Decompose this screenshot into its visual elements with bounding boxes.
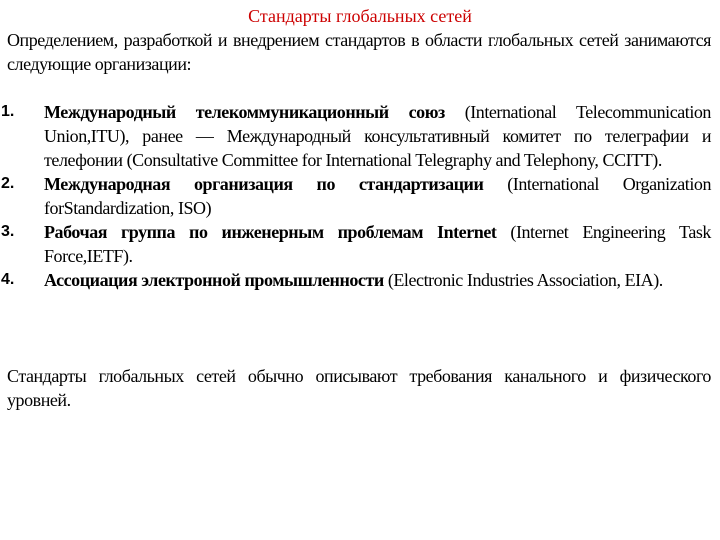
list-item-number: 2. (1, 175, 15, 192)
list-item-number: 3. (1, 223, 15, 240)
conclusion-paragraph: Стандарты глобальных сетей обычно описыв… (7, 366, 711, 410)
list-item: 2. Международная организация по стандарт… (1, 172, 711, 220)
organization-name: Международный телекоммуникационный союз (44, 102, 445, 122)
intro-paragraph: Определением, разработкой и внедрением с… (7, 30, 711, 74)
slide: Стандарты глобальных сетей Определением,… (0, 0, 720, 540)
list-item: 3. Рабочая группа по инженерным проблема… (1, 220, 711, 268)
organization-name: Международная организация по стандартиза… (44, 174, 484, 194)
slide-title: Стандарты глобальных сетей (248, 6, 472, 26)
list-item-number: 4. (1, 271, 15, 288)
organization-name: Ассоциация электронной промышленности (44, 270, 384, 290)
list-item: 4. Ассоциация электронной промышленности… (1, 268, 711, 292)
organization-description: (Electronic Industries Association, EIA)… (383, 270, 663, 290)
list-item: 1. Международный телекоммуникационный со… (1, 100, 711, 172)
list-item-number: 1. (1, 103, 15, 120)
organizations-list: 1. Международный телекоммуникационный со… (1, 100, 711, 292)
organization-name: Рабочая группа по инженерным проблемам I… (44, 222, 497, 242)
